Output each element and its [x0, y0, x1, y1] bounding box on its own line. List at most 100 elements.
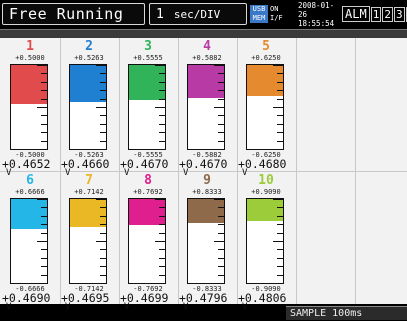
channel-number: 1	[26, 39, 34, 54]
scale-tick	[218, 90, 224, 92]
scale-tick	[277, 266, 283, 268]
scale-tick	[159, 123, 165, 125]
scale-tick	[41, 90, 47, 92]
channel-meter-9[interactable]: 9 +0.8333 -0.8333 +0.4796 V	[179, 172, 235, 312]
scale-tick	[273, 241, 283, 242]
interface-label: I/F	[270, 14, 283, 22]
time-div-value: 1	[156, 6, 164, 22]
scale-tick	[277, 274, 283, 276]
scale-tick	[155, 241, 165, 242]
channel-meter-4[interactable]: 4 +0.5882 -0.5882 +0.4670 V	[179, 38, 235, 178]
scale-tick	[41, 274, 47, 276]
alarm-channel-3: 3	[393, 6, 405, 22]
level-bar-fill	[129, 199, 165, 225]
scale-tick	[41, 266, 47, 268]
channel-scale-max: +0.5555	[133, 54, 163, 62]
scale-tick	[96, 283, 106, 284]
scale-tick	[218, 132, 224, 134]
sample-value: 100ms	[332, 308, 363, 319]
status-bar: Free Running 1 sec/DIV USB ON MEM I/F 20…	[0, 0, 407, 30]
date-text: 2008-01-26	[298, 0, 335, 19]
scale-tick	[96, 149, 106, 150]
scale-tick	[100, 224, 106, 226]
scale-tick	[159, 98, 165, 100]
channel-scale-max: +0.5263	[74, 54, 104, 62]
scale-tick	[155, 283, 165, 284]
scale-tick	[100, 249, 106, 251]
scale-tick	[96, 241, 106, 242]
scale-tick	[96, 107, 106, 108]
time-div-display[interactable]: 1 sec/DIV	[149, 3, 247, 25]
scale-tick	[100, 257, 106, 259]
channel-meter-1[interactable]: 1 +0.5000 -0.5000 +0.4652 V	[2, 38, 58, 178]
scale-tick	[218, 274, 224, 276]
scale-tick	[100, 274, 106, 276]
channel-meter-3[interactable]: 3 +0.5555 -0.5555 +0.4670 V	[120, 38, 176, 178]
channel-unit: V	[65, 302, 71, 312]
operation-mode-display[interactable]: Free Running	[2, 3, 145, 25]
channel-number: 2	[85, 39, 93, 54]
scale-tick	[100, 140, 106, 142]
channel-unit: V	[242, 302, 248, 312]
alarm-channel-1: 1	[370, 6, 382, 22]
channel-meter-8[interactable]: 8 +0.7692 -0.7692 +0.4699 V	[120, 172, 176, 312]
scale-tick	[277, 123, 283, 125]
scale-tick	[277, 98, 283, 100]
level-bar-fill	[247, 65, 283, 97]
channel-number: 8	[144, 173, 152, 188]
mem-label: MEM	[250, 14, 268, 23]
channel-meter-7[interactable]: 7 +0.7142 -0.7142 +0.4695 V	[61, 172, 117, 312]
scale-tick	[218, 81, 224, 83]
scale-tick	[41, 249, 47, 251]
usb-state: ON	[270, 5, 279, 13]
alarm-indicator: ALM 1 2 3 4	[340, 3, 407, 25]
scale-tick	[218, 123, 224, 125]
scale-tick	[218, 98, 224, 100]
scale-tick	[159, 132, 165, 134]
scale-tick	[214, 149, 224, 150]
channel-unit: V	[124, 302, 130, 312]
scale-tick	[273, 107, 283, 108]
scale-tick	[218, 73, 224, 75]
channel-number: 10	[258, 173, 274, 188]
scale-tick	[155, 149, 165, 150]
channel-unit: V	[183, 302, 189, 312]
channel-meter-2[interactable]: 2 +0.5263 -0.5263 +0.4660 V	[61, 38, 117, 178]
scale-tick	[159, 232, 165, 234]
time-div-unit: sec/DIV	[173, 7, 221, 21]
scale-tick	[100, 115, 106, 117]
channel-number: 3	[144, 39, 152, 54]
scale-tick	[159, 207, 165, 209]
scale-tick	[277, 249, 283, 251]
scale-tick	[218, 115, 224, 117]
scale-tick	[41, 140, 47, 142]
scale-tick	[37, 283, 47, 284]
scale-tick	[41, 232, 47, 234]
scale-tick	[159, 81, 165, 83]
channel-scale-max: +0.7142	[74, 188, 104, 196]
scale-tick	[218, 224, 224, 226]
scale-tick	[218, 232, 224, 234]
time-text: 18:55:54	[298, 18, 335, 28]
usb-status-indicator: USB ON MEM I/F	[250, 3, 296, 25]
sample-rate-display: SAMPLE 100ms	[286, 306, 407, 320]
channel-meter-10[interactable]: 10 +0.9090 -0.9090 +0.4806 V	[238, 172, 294, 312]
scale-tick	[37, 199, 47, 200]
level-bar	[246, 198, 284, 284]
alarm-channel-2: 2	[382, 6, 393, 22]
scale-tick	[100, 123, 106, 125]
scale-tick	[41, 224, 47, 226]
scale-tick	[100, 81, 106, 83]
scale-tick	[159, 274, 165, 276]
scale-tick	[100, 73, 106, 75]
scale-tick	[41, 98, 47, 100]
channel-meter-6[interactable]: 6 +0.6666 -0.6666 +0.4690 V	[2, 172, 58, 312]
channel-meter-5[interactable]: 5 +0.6250 -0.6250 +0.4680 V	[238, 38, 294, 178]
level-bar-fill	[70, 65, 106, 103]
scale-tick	[100, 132, 106, 134]
channel-scale-max: +0.6250	[251, 54, 281, 62]
scale-tick	[159, 73, 165, 75]
scale-tick	[277, 73, 283, 75]
scale-tick	[41, 207, 47, 209]
scale-tick	[159, 224, 165, 226]
